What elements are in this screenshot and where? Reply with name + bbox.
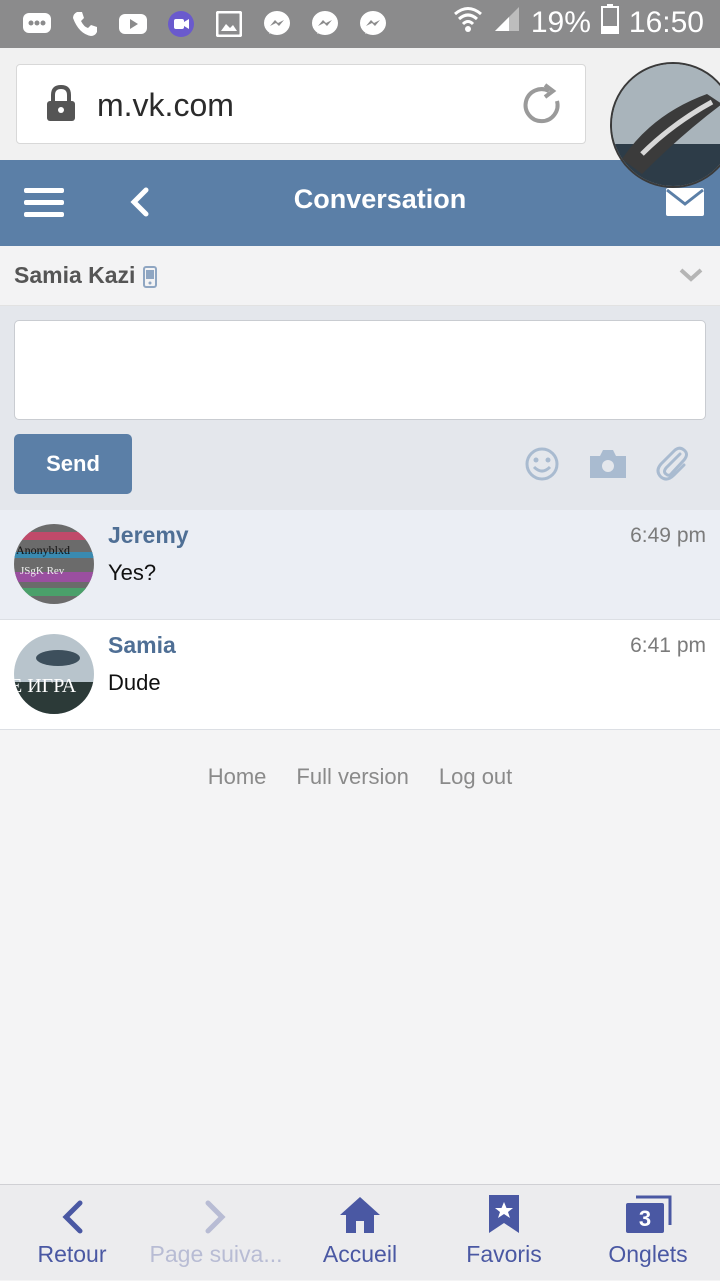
attach-icon[interactable] <box>654 446 690 487</box>
avatar-text: Е ИГРА <box>14 675 77 697</box>
nav-forward-label: Page suiva... <box>149 1241 283 1267</box>
tabs-icon: 3 <box>624 1185 672 1235</box>
nav-favorites-button[interactable]: Favoris <box>458 1185 550 1281</box>
footer-links: Home Full version Log out <box>0 764 720 790</box>
nav-tabs-label: Onglets <box>608 1241 688 1267</box>
battery-icon <box>600 4 619 42</box>
send-button[interactable]: Send <box>14 434 132 494</box>
tabs-count: 3 <box>639 1206 651 1231</box>
message-item[interactable]: Е ИГРА Samia 6:41 pm Dude <box>0 620 720 730</box>
message-item[interactable]: Anonyblxd JSgK Rev Jeremy 6:49 pm Yes? <box>0 510 720 620</box>
status-bar: 19% 16:50 <box>0 0 720 48</box>
browser-bottom-bar: Retour Page suiva... Accueil Favoris 3 O… <box>0 1184 720 1280</box>
compose-area: Send <box>0 306 720 510</box>
notification-icons <box>20 8 390 40</box>
nav-forward-button[interactable]: Page suiva... <box>146 1185 286 1281</box>
battery-percent: 19% <box>530 6 591 39</box>
nav-favorites-label: Favoris <box>466 1241 542 1267</box>
contact-name: Samia Kazi <box>14 262 136 288</box>
message-text: Dude <box>108 670 161 695</box>
status-right: 19% 16:50 <box>453 4 704 42</box>
chevron-left-icon <box>60 1185 84 1235</box>
chevron-right-icon <box>204 1185 228 1235</box>
message-input[interactable] <box>14 320 706 420</box>
clock: 16:50 <box>628 6 704 39</box>
url-text: m.vk.com <box>97 87 234 123</box>
message-author[interactable]: Jeremy <box>108 522 189 549</box>
messenger-icon <box>356 8 390 40</box>
message-text: Yes? <box>108 560 157 585</box>
avatar-text: Anonyblxd <box>16 543 70 557</box>
messenger-icon <box>260 8 294 40</box>
signal-icon <box>493 5 521 41</box>
footer-link-log-out[interactable]: Log out <box>439 764 512 790</box>
gallery-icon <box>212 8 246 40</box>
page-title: Conversation <box>293 184 467 214</box>
chevron-down-icon[interactable] <box>678 266 704 289</box>
home-icon <box>338 1185 382 1235</box>
youtube-icon <box>116 8 150 40</box>
emoji-icon[interactable] <box>524 446 560 487</box>
footer-link-home[interactable]: Home <box>208 764 267 790</box>
conversation-header[interactable]: Samia Kazi <box>0 246 720 306</box>
nav-back-button[interactable]: Retour <box>32 1185 112 1281</box>
nav-home-label: Accueil <box>322 1241 398 1267</box>
footer-link-full-version[interactable]: Full version <box>296 764 408 790</box>
camera-icon[interactable] <box>588 446 628 487</box>
avatar[interactable]: Anonyblxd JSgK Rev <box>14 524 94 604</box>
reload-icon[interactable] <box>521 83 565 132</box>
video-call-icon <box>164 8 198 40</box>
vk-header: Conversation <box>0 160 720 246</box>
nav-home-button[interactable]: Accueil <box>312 1185 408 1281</box>
nav-back-label: Retour <box>37 1241 107 1267</box>
mobile-icon <box>143 266 157 293</box>
chat-bubble-icon <box>20 8 54 40</box>
messenger-icon <box>308 8 342 40</box>
avatar[interactable]: Е ИГРА <box>14 634 94 714</box>
message-time: 6:41 pm <box>630 634 706 657</box>
phone-icon <box>68 8 102 40</box>
wifi-icon <box>453 5 483 41</box>
nav-tabs-button[interactable]: 3 Onglets <box>600 1185 696 1281</box>
message-author[interactable]: Samia <box>108 632 176 659</box>
lock-icon <box>45 84 77 128</box>
mail-icon[interactable] <box>666 188 704 221</box>
avatar-text: JSgK Rev <box>20 565 65 577</box>
bookmark-star-icon <box>487 1185 521 1235</box>
message-time: 6:49 pm <box>630 524 706 547</box>
address-bar[interactable]: m.vk.com <box>16 64 586 144</box>
